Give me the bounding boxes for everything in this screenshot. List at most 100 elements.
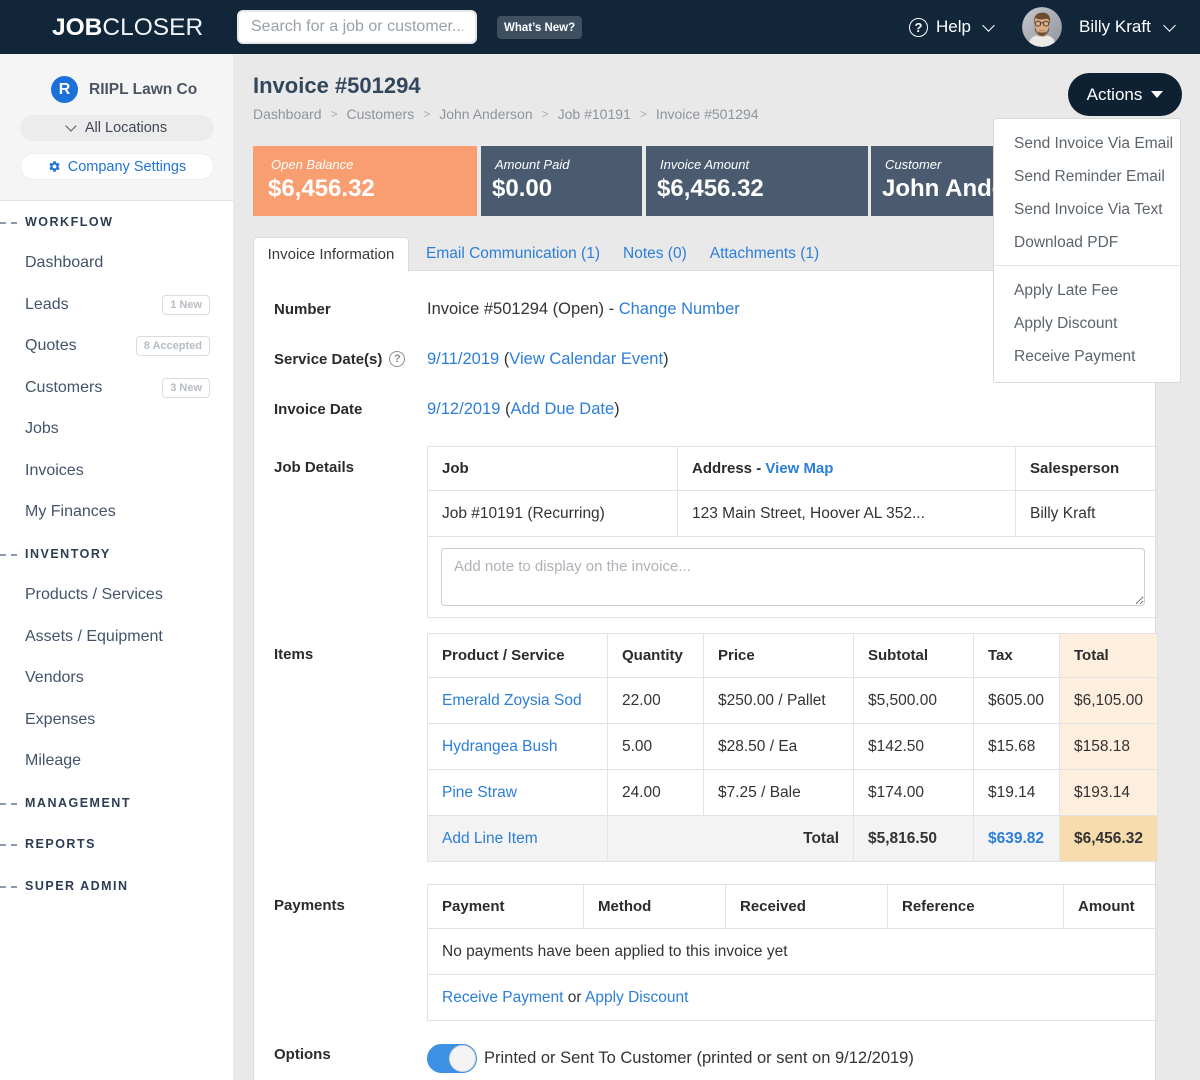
breadcrumb-customers[interactable]: Customers [347,106,415,122]
breadcrumb-job[interactable]: Job #10191 [558,106,631,122]
nav-section-label: REPORTS [25,837,96,851]
sidebar-item-customers[interactable]: Customers3 New [0,378,233,398]
breadcrumb-customer-name[interactable]: John Anderson [439,106,532,122]
paren: ( [500,400,510,418]
sidebar-item-products-services[interactable]: Products / Services [0,586,233,604]
sidebar-item-mileage[interactable]: Mileage [0,752,233,770]
sidebar-item-dashboard[interactable]: Dashboard [0,254,233,272]
printed-sent-toggle[interactable] [427,1044,477,1073]
tab-bar: Invoice Information Email Communication … [253,237,819,270]
nav-section-reports[interactable]: REPORTS [0,837,96,851]
section-dash-icon [0,803,17,805]
menu-item-send-invoice-text[interactable]: Send Invoice Via Text [994,193,1180,226]
stat-open-balance: Open Balance $6,456.32 [253,146,477,216]
company-row: R RIIPL Lawn Co [51,76,197,103]
paren: ) [614,400,620,418]
paren: ( [499,350,509,368]
menu-item-send-reminder-email[interactable]: Send Reminder Email [994,160,1180,193]
leads-badge: 1 New [162,295,210,315]
stat-label: Open Balance [271,157,477,172]
product-link[interactable]: Pine Straw [442,784,517,801]
menu-item-send-invoice-email[interactable]: Send Invoice Via Email [994,127,1180,160]
nav-section-management[interactable]: MANAGEMENT [0,796,131,810]
sidebar-item-jobs[interactable]: Jobs [0,420,233,438]
footer-tax-link[interactable]: $639.82 [988,830,1044,847]
col-reference: Reference [888,885,1064,929]
add-line-item-link[interactable]: Add Line Item [442,830,538,847]
add-due-date-link[interactable]: Add Due Date [511,400,615,418]
job-details-table: Job Address - View Map Salesperson Job #… [427,446,1158,618]
tab-email-communication[interactable]: Email Communication (1) [426,245,600,263]
sidebar-item-my-finances[interactable]: My Finances [0,503,233,521]
table-header-row: Product / Service Quantity Price Subtota… [428,634,1158,678]
field-value: 9/12/2019 (Add Due Date) [427,400,620,419]
company-settings-button[interactable]: Company Settings [20,153,214,180]
whats-new-button[interactable]: What’s New? [497,16,582,39]
help-icon: ? [909,18,928,37]
breadcrumb-separator: > [423,107,430,121]
all-locations-dropdown[interactable]: All Locations [20,115,214,141]
stat-value: $6,456.32 [268,175,477,203]
change-number-link[interactable]: Change Number [619,300,740,318]
sidebar-item-assets-equipment[interactable]: Assets / Equipment [0,628,233,646]
table-header-row: Job Address - View Map Salesperson [428,447,1158,491]
product-link[interactable]: Hydrangea Bush [442,738,557,755]
view-map-link[interactable]: View Map [765,460,833,477]
price-cell: $7.25 / Bale [704,770,854,816]
sidebar: R RIIPL Lawn Co All Locations Company Se… [0,54,233,1080]
menu-item-receive-payment[interactable]: Receive Payment [994,340,1180,373]
field-value: Invoice #501294 (Open) - Change Number [427,300,740,319]
service-date-link[interactable]: 9/11/2019 [427,350,499,368]
nav-row: Leads 1 New [0,284,233,326]
breadcrumb-separator: > [640,107,647,121]
nav-row: Expenses [0,699,233,741]
sidebar-item-invoices[interactable]: Invoices [0,462,233,480]
sidebar-item-expenses[interactable]: Expenses [0,711,233,729]
app-logo: JOBCLOSER [52,14,203,42]
question-circle-icon: ? [389,351,405,367]
field-value: 9/11/2019 (View Calendar Event) [427,350,669,369]
sidebar-item-leads[interactable]: Leads 1 New [0,295,233,315]
nav-row: Invoices [0,450,233,492]
nav-section-super-admin[interactable]: SUPER ADMIN [0,879,129,893]
menu-item-apply-late-fee[interactable]: Apply Late Fee [994,274,1180,307]
invoice-note-textarea[interactable] [441,548,1145,606]
sidebar-item-quotes[interactable]: Quotes8 Accepted [0,336,233,356]
sidebar-item-vendors[interactable]: Vendors [0,669,233,687]
price-cell: $250.00 / Pallet [704,678,854,724]
field-label-text: Service Date(s) [274,351,382,368]
user-menu[interactable]: Billy Kraft [1079,0,1174,54]
help-menu[interactable]: ? Help [909,0,993,54]
breadcrumb-dashboard[interactable]: Dashboard [253,106,322,122]
apply-discount-link[interactable]: Apply Discount [585,989,688,1006]
nav-row: Assets / Equipment [0,616,233,658]
tab-notes[interactable]: Notes (0) [623,245,687,263]
view-calendar-event-link[interactable]: View Calendar Event [509,350,663,368]
menu-item-download-pdf[interactable]: Download PDF [994,226,1180,259]
col-payment: Payment [428,885,584,929]
company-initial: R [59,81,71,99]
sidebar-company-block: R RIIPL Lawn Co All Locations Company Se… [0,54,233,201]
section-label: Options [254,1044,427,1073]
nav-row: Customers3 New [0,367,233,409]
product-link[interactable]: Emerald Zoysia Sod [442,692,582,709]
nav-row: SUPER ADMIN [0,865,233,907]
section-label: Job Details [254,446,427,618]
search-input[interactable] [237,10,477,44]
menu-item-apply-discount[interactable]: Apply Discount [994,307,1180,340]
breadcrumb-invoice[interactable]: Invoice #501294 [656,106,759,122]
gear-icon [48,160,61,173]
tax-cell: $15.68 [974,724,1060,770]
receive-payment-link[interactable]: Receive Payment [442,989,563,1006]
invoice-date-link[interactable]: 9/12/2019 [427,400,500,418]
tab-invoice-information[interactable]: Invoice Information [253,237,409,272]
tab-attachments[interactable]: Attachments (1) [710,245,819,263]
chevron-down-icon [65,120,76,131]
actions-button[interactable]: Actions [1068,73,1182,116]
avatar[interactable] [1022,7,1062,47]
payments-empty-row: No payments have been applied to this in… [428,929,1158,975]
nav-item-label: Leads [25,296,69,314]
stat-label: Invoice Amount [660,157,868,172]
col-total: Total [1060,634,1158,678]
logo-bold: JOB [52,14,102,41]
